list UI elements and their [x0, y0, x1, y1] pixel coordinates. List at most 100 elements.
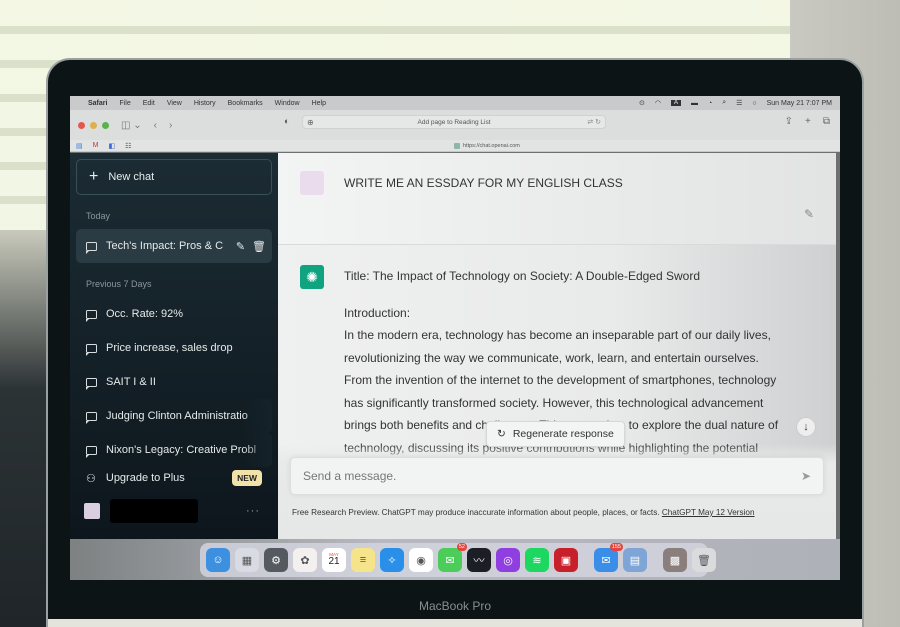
chat-history-item[interactable]: Nixon's Legacy: Creative Probl — [76, 433, 272, 467]
chat-title: Price increase, sales drop — [106, 342, 233, 354]
siri-icon[interactable]: ○ — [752, 100, 756, 107]
menubar-clock[interactable]: Sun May 21 7:07 PM — [767, 100, 832, 107]
back-icon[interactable]: ‹ — [154, 120, 157, 131]
send-icon[interactable]: ➤ — [801, 469, 811, 483]
new-chat-button[interactable]: + New chat — [76, 159, 272, 195]
chat-title: Occ. Rate: 92% — [106, 308, 184, 320]
dock-notes-icon[interactable]: ≡ — [351, 548, 375, 572]
upgrade-to-plus-button[interactable]: ⚇ Upgrade to Plus NEW — [76, 463, 272, 493]
menu-view[interactable]: View — [167, 100, 182, 107]
chat-title: Nixon's Legacy: Creative Probl — [106, 444, 257, 456]
chat-bubble-icon — [85, 343, 97, 356]
dock-launchpad-icon[interactable]: ▦ — [235, 548, 259, 572]
dock-preview-icon[interactable]: ▤ — [623, 548, 647, 572]
chat-bubble-icon — [85, 377, 97, 390]
safari-glyph: ✧ — [387, 554, 397, 567]
bookmark-docs-icon[interactable]: ▤ — [76, 142, 83, 150]
dock-podcasts-icon[interactable]: ◎ — [496, 548, 520, 572]
privacy-shield-icon[interactable]: ◐ — [284, 116, 289, 126]
dock-stocks-icon[interactable]: 〰 — [467, 548, 491, 572]
dock-photos-icon[interactable]: ✿ — [293, 548, 317, 572]
chat-title: SAIT I & II — [106, 376, 156, 388]
tab-url[interactable]: https://chat.openai.com — [454, 142, 520, 149]
more-options-icon[interactable]: ··· — [246, 505, 260, 517]
dock-calendar-icon[interactable]: MAY 21 — [322, 548, 346, 572]
menu-history[interactable]: History — [194, 100, 216, 107]
wifi-icon[interactable]: ◔ — [708, 100, 712, 107]
menu-file[interactable]: File — [119, 100, 130, 107]
essay-title: Title: The Impact of Technology on Socie… — [344, 269, 700, 283]
disclaimer-text: Free Research Preview. ChatGPT may produ… — [292, 508, 660, 517]
menu-window[interactable]: Window — [275, 100, 300, 107]
safari-toolbar: ◫ ⌄ ‹ › ◐ ⊕ Add page to Reading List ⇄ ↻… — [70, 110, 840, 140]
scroll-to-bottom-button[interactable]: ↓ — [796, 417, 816, 437]
menu-edit[interactable]: Edit — [143, 100, 155, 107]
dock-system-settings-icon[interactable]: ⚙ — [264, 548, 288, 572]
menu-bookmarks[interactable]: Bookmarks — [228, 100, 263, 107]
edit-message-icon[interactable]: ✎ — [804, 207, 814, 221]
tab-overview-icon[interactable]: ⧉ — [823, 116, 830, 127]
message-input[interactable]: Send a message. ➤ — [290, 457, 824, 495]
podcasts-glyph: ◎ — [503, 554, 513, 567]
mail-glyph: ✉ — [601, 554, 611, 567]
dock-spotify-icon[interactable]: ≋ — [525, 548, 549, 572]
chat-history-item[interactable]: SAIT I & II — [76, 365, 272, 399]
chat-history-item[interactable]: Tech's Impact: Pros & C ✎ 🗑 — [76, 229, 272, 263]
trash-glyph: 🗑 — [697, 554, 711, 567]
chat-history-item[interactable]: Occ. Rate: 92% — [76, 297, 272, 331]
window-controls — [78, 121, 109, 129]
chat-history-item[interactable]: Price increase, sales drop — [76, 331, 272, 365]
regenerate-label: Regenerate response — [512, 428, 614, 440]
bookmark-list-icon[interactable]: ☷ — [125, 142, 131, 150]
regenerate-response-button[interactable]: ↻ Regenerate response — [486, 421, 625, 447]
dock-trash-icon[interactable]: 🗑 — [692, 548, 716, 572]
chat-history-item[interactable]: Judging Clinton Administratio — [76, 399, 272, 433]
essay-line: has significantly transformed society. H… — [344, 395, 764, 410]
version-link[interactable]: ChatGPT May 12 Version — [662, 508, 755, 517]
downloads-stack-glyph: ▩ — [669, 554, 681, 567]
rename-pencil-icon[interactable]: ✎ — [236, 240, 245, 253]
user-menu-button[interactable]: ··· — [76, 493, 272, 529]
menu-safari[interactable]: Safari — [88, 100, 107, 107]
address-bar[interactable]: ⊕ Add page to Reading List ⇄ ↻ — [302, 115, 606, 129]
dock-downloads-stack-icon[interactable]: ▩ — [663, 548, 687, 572]
new-tab-icon[interactable]: + — [805, 116, 811, 127]
upgrade-label: Upgrade to Plus — [105, 472, 185, 484]
input-source-icon[interactable]: A — [670, 100, 681, 106]
close-window-button[interactable] — [78, 121, 85, 129]
control-center-icon[interactable]: ☰ — [736, 99, 742, 107]
minimize-window-button[interactable] — [90, 121, 97, 129]
spotlight-search-icon[interactable]: ⌕ — [722, 99, 726, 107]
forward-icon[interactable]: › — [169, 120, 172, 131]
dock-photo-booth-icon[interactable]: ▣ — [554, 548, 578, 572]
refresh-icon: ↻ — [497, 428, 506, 440]
dock-safari-icon[interactable]: ✧ — [380, 548, 404, 572]
chat-title: Tech's Impact: Pros & C — [106, 240, 224, 252]
laptop-screen: Safari File Edit View History Bookmarks … — [70, 96, 840, 580]
new-badge: NEW — [232, 470, 262, 486]
dock-finder-icon[interactable]: ☺ — [206, 548, 230, 572]
dock-mail-icon[interactable]: ✉ 155 — [594, 543, 623, 572]
menu-help[interactable]: Help — [312, 100, 326, 107]
translate-reload-icon[interactable]: ⇄ ↻ — [587, 118, 601, 126]
chatgpt-logo-icon: ✺ — [300, 265, 324, 289]
bookmark-gmail-icon[interactable]: M — [93, 142, 99, 149]
battery-icon[interactable]: ▬ — [691, 100, 698, 107]
sidebar: + New chat Today Tech's Impact: Pros & C… — [70, 153, 278, 539]
sidebar-toggle-icon[interactable]: ◫ ⌄ — [121, 120, 142, 131]
disclaimer: Free Research Preview. ChatGPT may produ… — [292, 508, 755, 517]
share-icon[interactable]: ⇪ — [785, 116, 793, 127]
dock-messages-icon[interactable]: ✉ 52 — [438, 543, 467, 572]
reading-list-add-icon[interactable]: ⊕ — [307, 118, 314, 127]
delete-trash-icon[interactable]: 🗑 — [252, 240, 266, 253]
airdrop-icon[interactable]: ◠ — [655, 99, 661, 107]
dock-chrome-icon[interactable]: ◉ — [409, 548, 433, 572]
spotify-glyph: ≋ — [532, 554, 542, 567]
laptop-frame: Safari File Edit View History Bookmarks … — [48, 60, 862, 627]
zoom-window-button[interactable] — [102, 121, 109, 129]
screen-record-icon[interactable]: ⊙ — [639, 99, 645, 107]
messages-glyph: ✉ — [445, 554, 455, 567]
bookmark-translate-icon[interactable]: ◧ — [108, 142, 115, 150]
wall-shadow-background — [0, 230, 50, 627]
address-bar-text: Add page to Reading List — [417, 118, 491, 126]
